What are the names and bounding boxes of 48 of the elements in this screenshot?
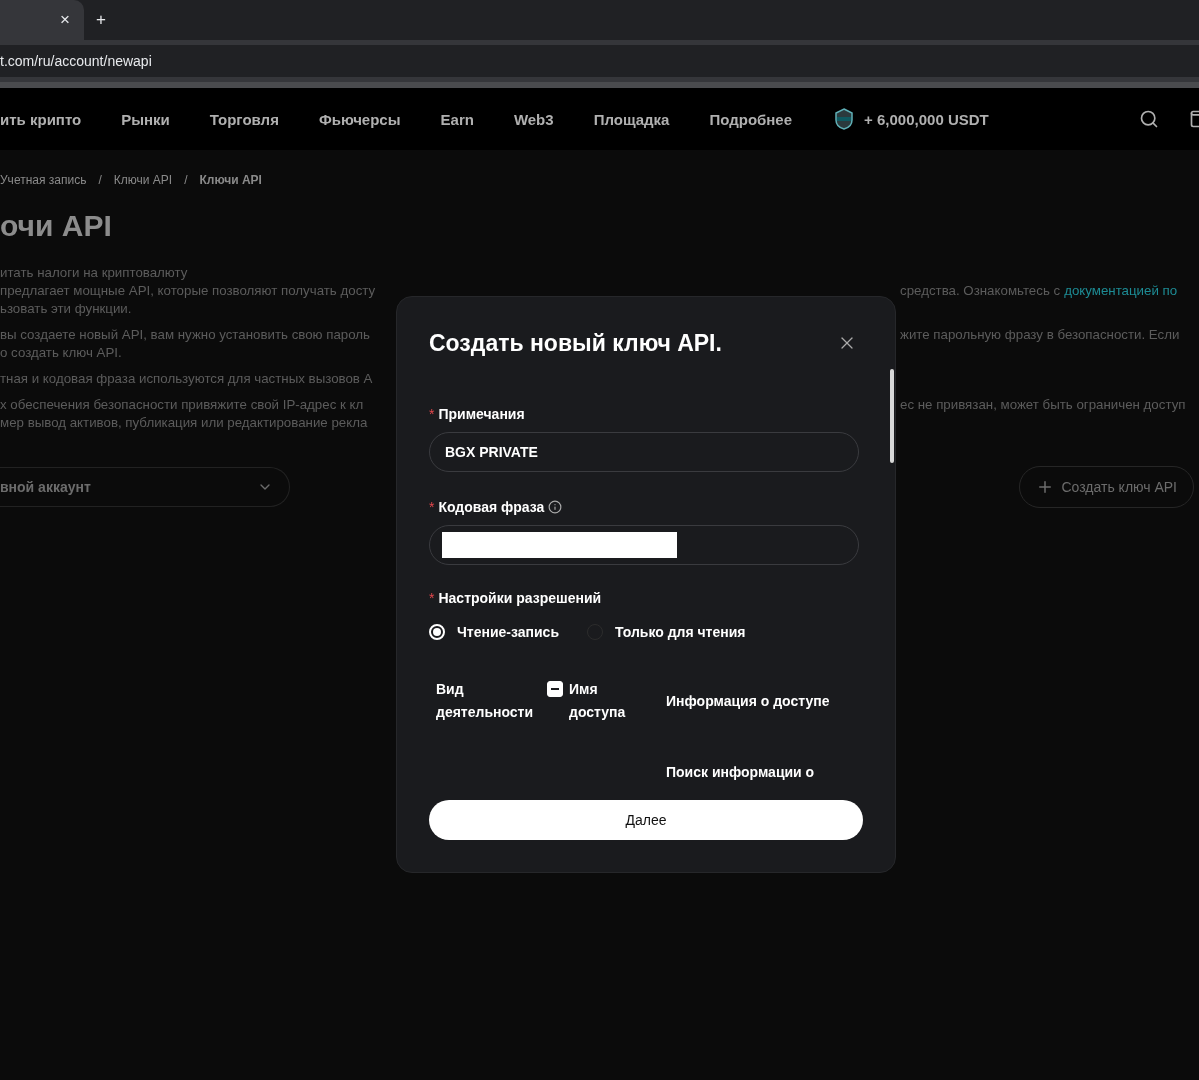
tab-close-button[interactable]: × (56, 10, 74, 30)
breadcrumb-separator: / (184, 173, 188, 187)
docs-link[interactable]: документацией по (1064, 283, 1178, 298)
nav-link[interactable]: Площадка (593, 110, 670, 128)
description-text: итать налоги на криптовалюту (0, 265, 188, 280)
field-label: Примечания (438, 406, 525, 422)
breadcrumb-link[interactable]: Ключи API (199, 173, 262, 187)
nav-link[interactable]: Рынки (121, 110, 170, 128)
description-text: тная и кодовая фраза используются для частных вызовов А (0, 371, 373, 386)
table-cell-text: Поиск информации о (666, 763, 816, 782)
breadcrumb-link[interactable]: Учетная запись (0, 173, 87, 187)
promo-text: + 6,000,000 USDT (864, 110, 989, 128)
breadcrumb-separator: / (98, 173, 102, 187)
radio-option[interactable]: Только для чтения (587, 624, 746, 640)
nav-link[interactable]: ить крипто (0, 110, 82, 128)
description-text: предлагает мощные API, которые позволяют получать досту (0, 283, 376, 298)
column-header: Вид деятельности (436, 680, 532, 722)
nav-link[interactable]: Web3 (513, 110, 554, 128)
description-text: вы создаете новый API, вам нужно установить свою пароль (0, 327, 371, 342)
address-bar[interactable]: t.com/ru/account/newapi (0, 45, 1199, 77)
new-tab-button[interactable]: + (92, 10, 110, 30)
scrollbar-thumb[interactable] (890, 369, 894, 463)
description-text: мер вывод активов, публикация или редактирование рекла (0, 415, 368, 430)
required-mark: * (429, 406, 435, 422)
description-text: х обеспечения безопасности привяжите свой IP-адрес к кл (0, 397, 364, 412)
nav-link[interactable]: Earn (440, 110, 474, 128)
description-text: о создать ключ API. (0, 345, 122, 360)
radio-selected-icon (429, 624, 445, 640)
field-label: Кодовая фраза (438, 499, 545, 515)
description-text: ес не привязан, может быть ограничен доступ (900, 397, 1186, 412)
column-header: Имя доступа (569, 680, 625, 722)
description-text: ьзовать эти функции. (0, 301, 132, 316)
required-mark: * (429, 499, 435, 515)
page-title: очи API (0, 208, 113, 244)
modal-title: Создать новый ключ API. (429, 329, 722, 357)
column-header: Информация о доступе (666, 691, 831, 711)
search-icon[interactable] (1139, 109, 1159, 129)
nav-link[interactable]: Подробнее (709, 110, 793, 128)
description-text: средства. Ознакомьтесь с (900, 283, 1061, 298)
field-label: Настройки разрешений (438, 590, 602, 606)
required-mark: * (429, 590, 435, 606)
select-all-checkbox[interactable] (547, 681, 563, 697)
next-button[interactable]: Далее (429, 800, 863, 840)
radio-option[interactable]: Чтение-запись (429, 624, 559, 640)
nav-link[interactable]: Фьючерсы (318, 110, 401, 128)
nav-link[interactable]: Торговля (209, 110, 279, 128)
description-text: жите парольную фразу в безопасности. Если (900, 327, 1180, 342)
breadcrumb-link[interactable]: Ключи API (113, 173, 173, 187)
